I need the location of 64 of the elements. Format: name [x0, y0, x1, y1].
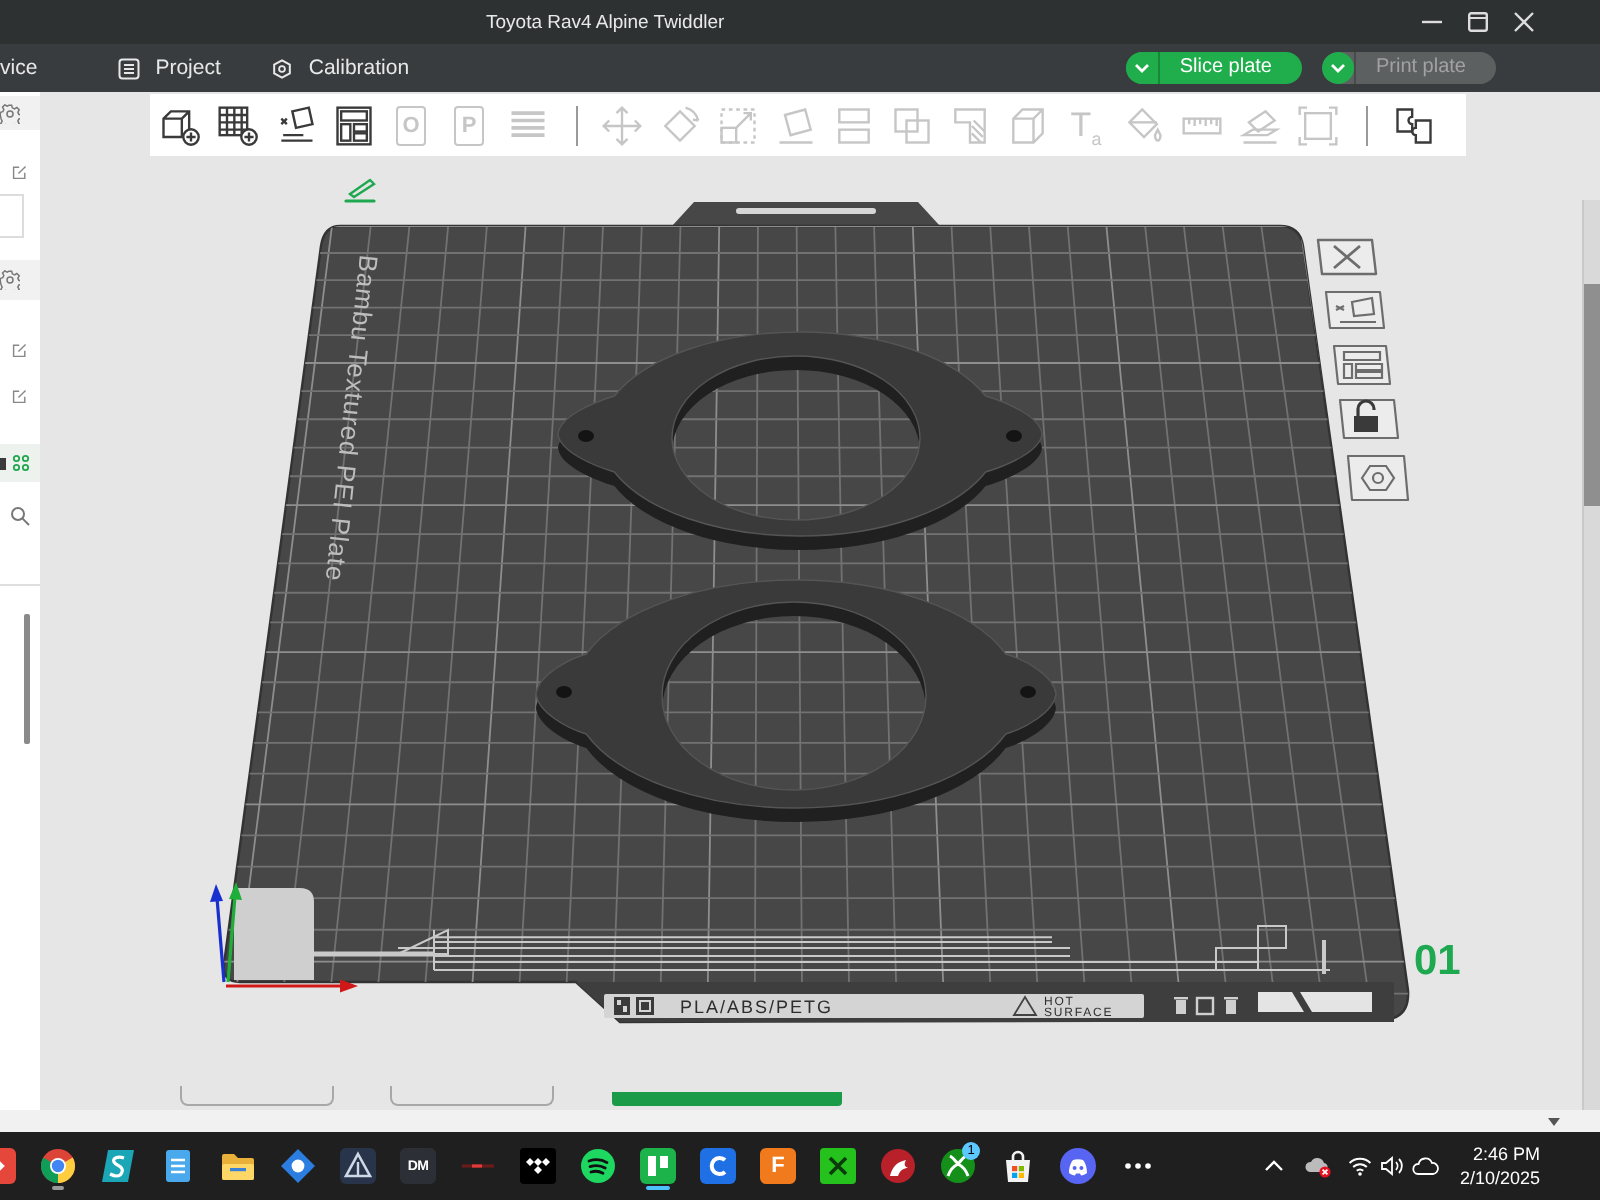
chevron-up-icon[interactable]: [1263, 1160, 1284, 1172]
speaker-icon[interactable]: [1379, 1156, 1404, 1176]
scrollbar-track[interactable]: [1582, 200, 1600, 1110]
warning-icon: [1012, 995, 1038, 1016]
dots-icon: [12, 454, 30, 472]
shopping-bag-icon[interactable]: [1000, 1148, 1036, 1184]
corner-square: [234, 888, 314, 980]
notepad-icon[interactable]: [160, 1148, 196, 1184]
menu-tab[interactable]: Project: [107, 44, 231, 92]
chat-face-icon[interactable]: [1060, 1148, 1096, 1184]
x-axis-arrow: [226, 979, 358, 993]
wifi-icon[interactable]: [1347, 1156, 1372, 1176]
maximize-icon[interactable]: [1468, 12, 1488, 32]
menu-tab[interactable]: vice: [0, 44, 38, 92]
highlighted-row[interactable]: [0, 444, 40, 482]
clock-date[interactable]: 2/10/2025: [1459, 1166, 1540, 1190]
caret-down-icon[interactable]: [1548, 1117, 1560, 1125]
segmented-circle-icon[interactable]: [40, 1148, 76, 1184]
input-field[interactable]: [0, 194, 24, 238]
diamond-dots-icon[interactable]: [520, 1148, 556, 1184]
x-tile-icon[interactable]: [820, 1148, 856, 1184]
gear-icon: [0, 270, 20, 290]
triangle-tile-icon[interactable]: [340, 1148, 376, 1184]
edit-icon[interactable]: [12, 342, 28, 358]
cloud-icon[interactable]: [1411, 1156, 1440, 1176]
section-header[interactable]: [0, 260, 40, 300]
section-header[interactable]: [0, 96, 40, 130]
clock-time[interactable]: 2:46 PM: [1472, 1142, 1540, 1166]
square-icon: [0, 457, 6, 469]
dragon-icon[interactable]: [880, 1148, 916, 1184]
edit-icon[interactable]: [12, 388, 28, 404]
diamond-icon[interactable]: [280, 1148, 316, 1184]
menu-tab[interactable]: Calibration: [262, 44, 420, 92]
plate-number: 01: [1414, 938, 1461, 984]
grid-plus-icon[interactable]: [215, 103, 259, 147]
search-icon[interactable]: [10, 506, 30, 526]
plate-name: Bambu Textured PEI Plate: [319, 253, 384, 584]
chevron-down-icon: [1321, 52, 1354, 84]
hexagon-icon: [272, 57, 293, 79]
window-title: Toyota Rav4 Alpine Twiddler: [486, 11, 725, 33]
scrollbar-thumb[interactable]: [1584, 284, 1600, 506]
puzzle-icon[interactable]: [1391, 103, 1435, 147]
close-icon[interactable]: [1316, 238, 1378, 276]
layout-icon[interactable]: [331, 103, 375, 147]
arc-tile-icon[interactable]: [700, 1148, 736, 1184]
grid-squares-icon: [614, 997, 630, 1015]
cloud-icon[interactable]: [1303, 1154, 1332, 1178]
crossed-circle-icon[interactable]: [940, 1148, 976, 1184]
list-icon: [117, 57, 140, 79]
square-outline-icon: [1195, 996, 1215, 1016]
bars-tile-icon[interactable]: [640, 1148, 676, 1184]
gear-icon: [0, 103, 20, 123]
edit-icon[interactable]: [12, 164, 28, 180]
sound-waves-circle-icon[interactable]: [580, 1148, 616, 1184]
slanted-tile-icon[interactable]: [100, 1148, 136, 1184]
padlock-icon[interactable]: [1338, 398, 1400, 440]
z-axis-arrow: [210, 884, 226, 983]
folder-icon[interactable]: [220, 1148, 256, 1184]
bin-icon: [1224, 997, 1238, 1014]
y-axis-arrow: [226, 882, 242, 983]
scrollbar-thumb[interactable]: [24, 614, 30, 744]
bin-icon: [1174, 997, 1188, 1014]
filament-label: PLA/ABS/PETG: [680, 997, 834, 1017]
framed-square-icon: [636, 997, 654, 1015]
